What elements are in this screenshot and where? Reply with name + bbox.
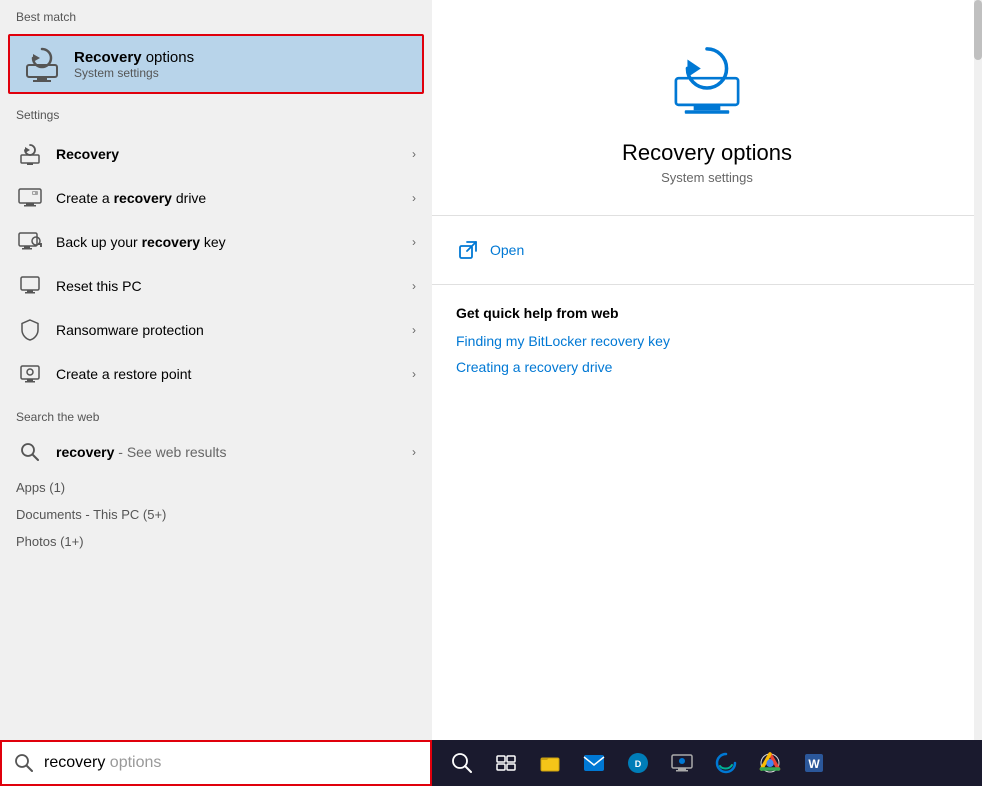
taskbar: D W — [432, 740, 982, 786]
web-help-link-1[interactable]: Finding my BitLocker recovery key — [456, 333, 958, 349]
right-panel-title: Recovery options — [622, 140, 792, 166]
settings-item-recovery-label: Recovery — [56, 146, 412, 162]
open-action[interactable]: Open — [456, 232, 958, 268]
settings-item-create-recovery-drive[interactable]: Create a recovery drive › — [0, 176, 432, 220]
web-search-item[interactable]: recovery - See web results › — [0, 430, 432, 474]
apps-section: Apps (1) — [0, 474, 432, 501]
taskbar-chrome-btn[interactable] — [748, 741, 792, 785]
taskbar-dell-btn[interactable]: D — [616, 741, 660, 785]
web-help-link-2[interactable]: Creating a recovery drive — [456, 359, 958, 375]
taskbar-mail-btn[interactable] — [572, 741, 616, 785]
search-icon — [14, 753, 34, 773]
settings-item-create-drive-label: Create a recovery drive — [56, 190, 412, 206]
svg-text:W: W — [808, 757, 820, 771]
settings-item-reset-pc-label: Reset this PC — [56, 278, 412, 294]
shield-icon — [16, 316, 44, 344]
settings-item-backup-key-label: Back up your recovery key — [56, 234, 412, 250]
photos-section: Photos (1+) — [0, 528, 432, 555]
scrollbar-thumb[interactable] — [974, 0, 982, 60]
restore-point-icon — [16, 360, 44, 388]
web-search-label-text: recovery - See web results — [56, 444, 412, 460]
best-match-item[interactable]: Recovery options System settings — [8, 34, 424, 94]
taskbar-search-btn[interactable] — [440, 741, 484, 785]
best-match-title: Recovery options — [74, 49, 194, 66]
right-panel-subtitle: System settings — [661, 170, 753, 185]
settings-item-backup-key[interactable]: Back up your recovery key › — [0, 220, 432, 264]
best-match-subtitle: System settings — [74, 66, 194, 80]
settings-item-restore-point-label: Create a restore point — [56, 366, 412, 382]
search-input-text[interactable]: recovery options — [44, 754, 161, 772]
recovery-settings-icon — [16, 140, 44, 168]
docs-section: Documents - This PC (5+) — [0, 501, 432, 528]
right-panel: Recovery options System settings Open Ge… — [432, 0, 982, 740]
right-panel-icon — [667, 40, 747, 120]
right-header: Recovery options System settings — [432, 0, 982, 216]
chevron-icon: › — [412, 279, 416, 293]
search-typed: recovery — [44, 754, 110, 771]
best-match-label: Best match — [0, 0, 432, 30]
taskbar-word-btn[interactable]: W — [792, 741, 836, 785]
scrollbar-track — [974, 0, 982, 740]
web-search-label: Search the web — [0, 400, 432, 430]
settings-section: Recovery › Create a recovery drive › — [0, 128, 432, 400]
web-help-title: Get quick help from web — [456, 305, 958, 321]
taskbar-file-explorer-btn[interactable] — [528, 741, 572, 785]
taskbar-taskview-btn[interactable] — [484, 741, 528, 785]
open-icon — [456, 238, 480, 262]
settings-item-ransomware-label: Ransomware protection — [56, 322, 412, 338]
search-bar[interactable]: recovery options — [0, 740, 432, 786]
settings-label: Settings — [0, 98, 432, 128]
taskbar-edge-btn[interactable] — [704, 741, 748, 785]
settings-item-recovery[interactable]: Recovery › — [0, 132, 432, 176]
recovery-options-icon — [22, 44, 62, 84]
reset-pc-icon — [16, 272, 44, 300]
right-actions: Open — [432, 216, 982, 285]
right-web-help: Get quick help from web Finding my BitLo… — [432, 285, 982, 405]
chevron-icon: › — [412, 147, 416, 161]
key-icon — [16, 228, 44, 256]
search-web-icon — [16, 438, 44, 466]
open-label: Open — [490, 242, 524, 258]
left-panel: Best match Recovery options System setti… — [0, 0, 432, 740]
chevron-icon: › — [412, 367, 416, 381]
best-match-text: Recovery options System settings — [74, 49, 194, 80]
svg-text:D: D — [635, 759, 642, 769]
monitor-drive-icon — [16, 184, 44, 212]
taskbar-remote-desktop-btn[interactable] — [660, 741, 704, 785]
settings-item-restore-point[interactable]: Create a restore point › — [0, 352, 432, 396]
settings-item-reset-pc[interactable]: Reset this PC › — [0, 264, 432, 308]
chevron-icon: › — [412, 235, 416, 249]
search-ghost: options — [110, 754, 162, 771]
chevron-icon: › — [412, 191, 416, 205]
chevron-icon: › — [412, 445, 416, 459]
chevron-icon: › — [412, 323, 416, 337]
settings-item-ransomware[interactable]: Ransomware protection › — [0, 308, 432, 352]
